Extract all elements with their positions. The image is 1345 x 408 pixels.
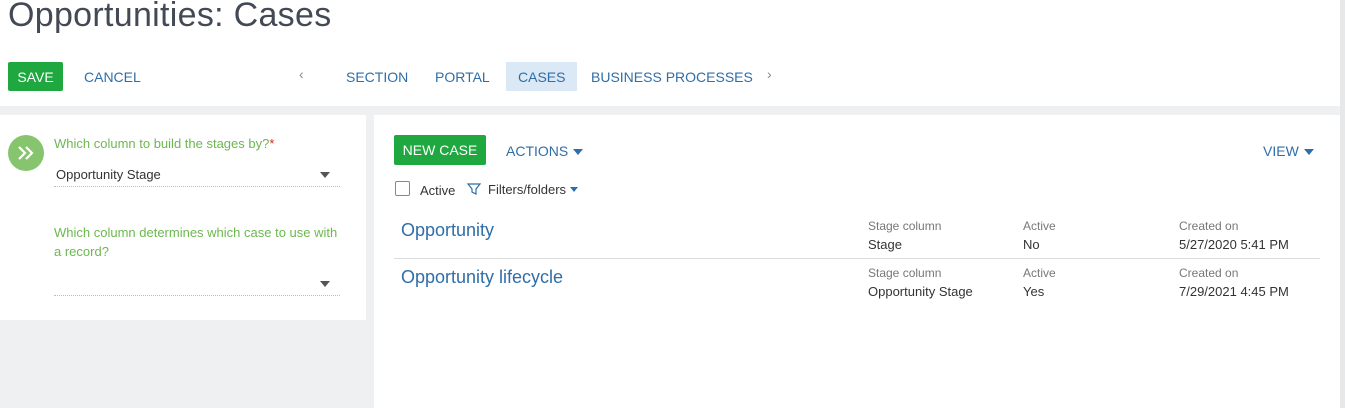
page-title: Opportunities: Cases <box>8 0 332 34</box>
chevron-down-icon <box>1303 149 1314 156</box>
stage-column-value: Stage <box>868 237 902 252</box>
chevron-down-icon <box>573 149 584 156</box>
filters-folders-label: Filters/folders <box>488 181 567 197</box>
tab-business-processes[interactable]: BUSINESS PROCESSES <box>579 62 765 91</box>
tab-cases[interactable]: CASES <box>506 62 578 91</box>
stages-column-value: Opportunity Stage <box>56 167 161 182</box>
case-title[interactable]: Opportunity lifecycle <box>401 267 563 288</box>
save-button[interactable]: SAVE <box>8 62 63 91</box>
created-on-caption: Created on <box>1179 266 1239 280</box>
stage-column-caption: Stage column <box>868 266 942 280</box>
view-label: VIEW <box>1263 143 1299 159</box>
case-column-label: Which column determines which case to us… <box>54 225 338 259</box>
required-mark: * <box>269 136 275 151</box>
chevron-right-icon[interactable]: › <box>767 66 772 82</box>
view-dropdown[interactable]: VIEW <box>1263 143 1314 159</box>
active-value: Yes <box>1023 284 1045 299</box>
new-case-button[interactable]: NEW CASE <box>394 135 486 165</box>
tab-section[interactable]: SECTION <box>334 62 420 91</box>
case-row-opportunity[interactable]: Opportunity Stage column Stage Active No… <box>394 213 1320 260</box>
created-on-value: 7/29/2021 4:45 PM <box>1179 284 1289 299</box>
stages-column-select[interactable]: Opportunity Stage <box>54 163 340 187</box>
cancel-button[interactable]: CANCEL <box>84 69 141 85</box>
filters-folders-dropdown[interactable]: Filters/folders <box>466 181 579 197</box>
chevron-down-icon <box>320 172 330 178</box>
chevron-left-icon[interactable]: ‹ <box>299 66 304 82</box>
active-caption: Active <box>1023 266 1056 280</box>
window-edge <box>1340 0 1345 408</box>
created-on-value: 5/27/2020 5:41 PM <box>1179 237 1289 252</box>
tab-portal[interactable]: PORTAL <box>423 62 502 91</box>
stages-column-question: Which column to build the stages by? <box>54 136 270 151</box>
chevron-down-icon <box>570 186 579 192</box>
actions-label: ACTIONS <box>506 143 569 159</box>
active-checkbox[interactable] <box>395 181 410 196</box>
actions-dropdown[interactable]: ACTIONS <box>506 143 584 159</box>
stage-column-caption: Stage column <box>868 219 942 233</box>
case-row-opportunity-lifecycle[interactable]: Opportunity lifecycle Stage column Oppor… <box>394 260 1320 307</box>
active-checkbox-label: Active <box>420 183 456 198</box>
created-on-caption: Created on <box>1179 219 1239 233</box>
active-caption: Active <box>1023 219 1056 233</box>
case-title[interactable]: Opportunity <box>401 220 494 241</box>
case-column-select[interactable] <box>54 272 340 296</box>
double-chevron-right-icon <box>8 135 44 171</box>
chevron-down-icon <box>320 281 330 287</box>
active-value: No <box>1023 237 1040 252</box>
row-divider <box>394 258 1320 259</box>
stage-column-value: Opportunity Stage <box>868 284 973 299</box>
filter-icon <box>466 183 482 195</box>
stages-column-label: Which column to build the stages by?* <box>54 134 344 153</box>
